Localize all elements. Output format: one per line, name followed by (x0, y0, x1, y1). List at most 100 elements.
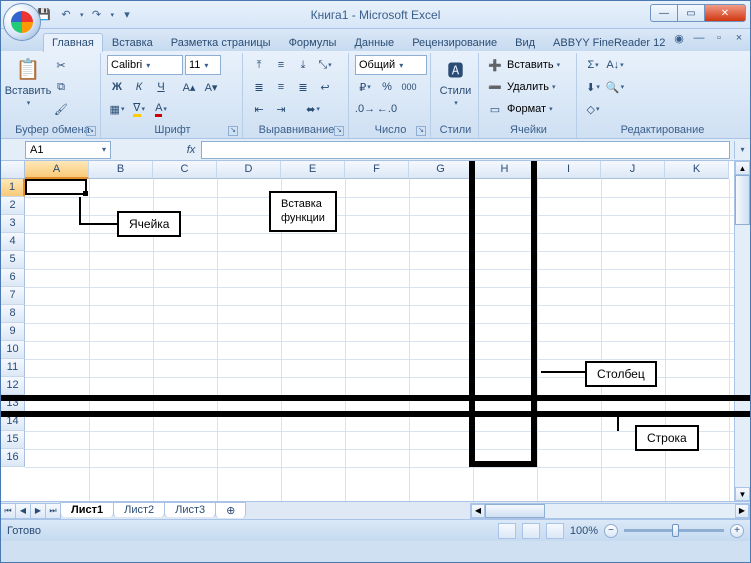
sheet-tab-2[interactable]: Лист3 (164, 502, 216, 517)
comma-format-icon[interactable]: 000 (399, 77, 419, 97)
tab-1[interactable]: Вставка (103, 33, 162, 52)
fill-handle[interactable] (83, 191, 88, 196)
number-launcher-icon[interactable]: ↘ (416, 126, 426, 136)
tab-3[interactable]: Формулы (280, 33, 346, 52)
hscroll-thumb[interactable] (485, 504, 545, 518)
sheet-nav-first-icon[interactable]: ⏮ (0, 503, 16, 519)
select-all-corner[interactable] (1, 161, 25, 179)
fill-icon[interactable]: ⬇▾ (583, 77, 603, 97)
sheet-nav-last-icon[interactable]: ⏭ (45, 503, 61, 519)
row-header-11[interactable]: 11 (1, 359, 25, 377)
office-button[interactable] (3, 3, 41, 41)
align-right-icon[interactable]: ≣ (293, 77, 313, 97)
minimize-ribbon-icon[interactable]: — (692, 31, 706, 45)
zoom-level[interactable]: 100% (570, 525, 598, 537)
row-header-16[interactable]: 16 (1, 449, 25, 467)
cells-delete-button[interactable]: ➖Удалить▾ (485, 77, 572, 97)
cells-format-button[interactable]: ▭Формат▾ (485, 99, 572, 119)
tab-5[interactable]: Рецензирование (403, 33, 506, 52)
tab-4[interactable]: Данные (345, 33, 403, 52)
help-icon[interactable]: ◉ (672, 31, 686, 45)
view-page-layout-icon[interactable] (522, 523, 540, 539)
fx-button[interactable]: fx (181, 141, 201, 159)
align-top-icon[interactable]: ⤒ (249, 55, 269, 75)
tab-2[interactable]: Разметка страницы (162, 33, 280, 52)
restore-workbook-icon[interactable]: ▫ (712, 31, 726, 45)
sort-filter-icon[interactable]: A↓▾ (605, 55, 625, 75)
row-header-3[interactable]: 3 (1, 215, 25, 233)
font-name-combo[interactable]: Calibri▾ (107, 55, 183, 75)
scroll-left-icon[interactable]: ◀ (471, 504, 485, 518)
row-header-12[interactable]: 12 (1, 377, 25, 395)
format-painter-icon[interactable]: 🖌 (51, 99, 71, 119)
tab-0[interactable]: Главная (43, 33, 103, 52)
row-header-8[interactable]: 8 (1, 305, 25, 323)
col-header-A[interactable]: A (25, 161, 89, 179)
clipboard-launcher-icon[interactable]: ↘ (86, 126, 96, 136)
number-format-combo[interactable]: Общий▾ (355, 55, 427, 75)
cells-insert-button[interactable]: ➕Вставить▾ (485, 55, 572, 75)
scroll-up-icon[interactable]: ▲ (735, 161, 750, 175)
align-middle-icon[interactable]: ≡ (271, 55, 291, 75)
redo-icon[interactable]: ↷ (88, 6, 106, 24)
col-header-D[interactable]: D (217, 161, 281, 179)
col-header-G[interactable]: G (409, 161, 473, 179)
zoom-out-icon[interactable]: − (604, 524, 618, 538)
row-header-10[interactable]: 10 (1, 341, 25, 359)
undo-dropdown-icon[interactable]: ▾ (79, 11, 84, 19)
row-header-4[interactable]: 4 (1, 233, 25, 251)
zoom-slider[interactable] (624, 529, 724, 532)
bold-button[interactable]: Ж (107, 77, 127, 97)
cut-icon[interactable]: ✂ (51, 55, 71, 75)
minimize-button[interactable]: — (650, 4, 678, 22)
wrap-text-icon[interactable]: ↩ (315, 77, 335, 97)
scroll-right-icon[interactable]: ▶ (735, 504, 749, 518)
clear-icon[interactable]: ◇▾ (583, 99, 603, 119)
zoom-in-icon[interactable]: + (730, 524, 744, 538)
view-normal-icon[interactable] (498, 523, 516, 539)
font-color-icon[interactable]: A▾ (151, 99, 171, 119)
col-header-K[interactable]: K (665, 161, 729, 179)
borders-icon[interactable]: ▦▾ (107, 99, 127, 119)
copy-icon[interactable]: ⧉ (51, 77, 71, 97)
find-select-icon[interactable]: 🔍▾ (605, 77, 625, 97)
sheet-nav-prev-icon[interactable]: ◀ (15, 503, 31, 519)
decrease-indent-icon[interactable]: ⇤ (249, 99, 269, 119)
autosum-icon[interactable]: Σ▾ (583, 55, 603, 75)
tab-7[interactable]: ABBYY FineReader 12 (544, 33, 674, 52)
fill-color-icon[interactable]: ᐁ▾ (129, 99, 149, 119)
expand-formula-bar-icon[interactable]: ▾ (734, 141, 750, 159)
paste-dropdown-icon[interactable]: ▾ (26, 99, 31, 107)
font-launcher-icon[interactable]: ↘ (228, 126, 238, 136)
row-header-1[interactable]: 1 (1, 179, 25, 197)
tab-6[interactable]: Вид (506, 33, 544, 52)
vscroll-thumb[interactable] (735, 175, 750, 225)
align-center-icon[interactable]: ≡ (271, 77, 291, 97)
shrink-font-icon[interactable]: A▾ (201, 77, 221, 97)
col-header-I[interactable]: I (537, 161, 601, 179)
increase-decimal-icon[interactable]: .0→ (355, 99, 375, 119)
redo-dropdown-icon[interactable]: ▾ (110, 11, 115, 19)
accounting-format-icon[interactable]: ₽▾ (355, 77, 375, 97)
align-bottom-icon[interactable]: ⤓ (293, 55, 313, 75)
alignment-launcher-icon[interactable]: ↘ (334, 126, 344, 136)
sheet-tab-0[interactable]: Лист1 (60, 502, 114, 517)
col-header-J[interactable]: J (601, 161, 665, 179)
col-header-C[interactable]: C (153, 161, 217, 179)
col-header-B[interactable]: B (89, 161, 153, 179)
align-left-icon[interactable]: ≣ (249, 77, 269, 97)
paste-button[interactable]: 📋 Вставить ▾ (9, 55, 47, 107)
decrease-decimal-icon[interactable]: ←.0 (377, 99, 397, 119)
undo-icon[interactable]: ↶ (57, 6, 75, 24)
merge-center-icon[interactable]: ⬌▾ (293, 99, 333, 119)
row-header-5[interactable]: 5 (1, 251, 25, 269)
col-header-F[interactable]: F (345, 161, 409, 179)
qat-customize-icon[interactable]: ▾ (118, 6, 136, 24)
row-header-2[interactable]: 2 (1, 197, 25, 215)
grow-font-icon[interactable]: A▴ (179, 77, 199, 97)
percent-format-icon[interactable]: % (377, 77, 397, 97)
row-header-6[interactable]: 6 (1, 269, 25, 287)
styles-button[interactable]: 🅰 Стили ▾ (437, 55, 474, 107)
formula-input[interactable] (201, 141, 730, 159)
font-size-combo[interactable]: 11▾ (185, 55, 221, 75)
